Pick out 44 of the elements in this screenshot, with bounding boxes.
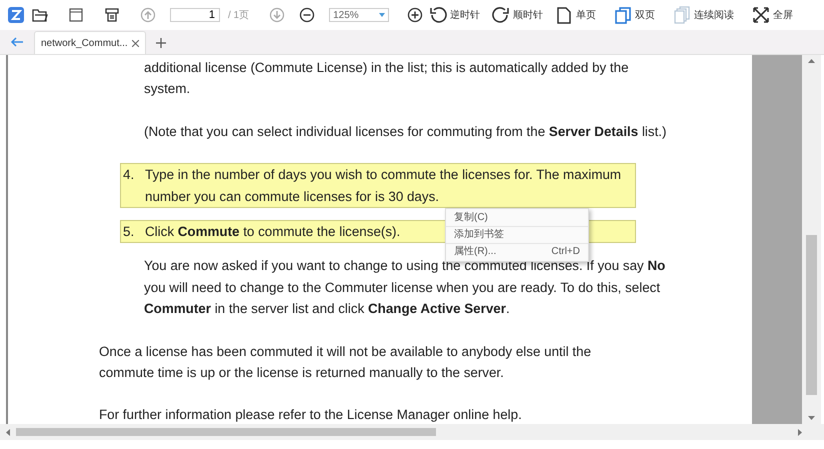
fullscreen-icon [752, 6, 770, 24]
open-folder-icon[interactable] [32, 7, 48, 23]
paragraph: additional license (Commute License) in the list; this is automatically added by the system. [144, 59, 630, 98]
horizontal-scrollbar[interactable] [0, 424, 824, 440]
paragraph: Once a license has been commuted it will not be available to anybody else until the commute time is up or the license is returned manually to the server. [99, 342, 592, 382]
paragraph: For further information please refer to the License Manager online help. [99, 406, 523, 424]
menu-item[interactable]: 添加到书签 [446, 227, 588, 243]
cw-button[interactable]: 顺时针 [492, 6, 544, 24]
two-pages-icon [614, 6, 632, 24]
paragraph: (Note that you can select individual licenses for commuting from the Server Details list.) [144, 122, 668, 141]
scroll-right-icon[interactable] [798, 429, 802, 436]
page-number-field[interactable]: 1 [170, 8, 220, 22]
menu-item[interactable]: 属性(R)... Ctrl+D [446, 244, 588, 260]
fullscreen-button[interactable]: 全屏 [752, 6, 794, 24]
save-icon[interactable] [68, 7, 84, 23]
list-number: 4. [123, 166, 136, 184]
document-tab[interactable]: network_Commut... [34, 31, 146, 54]
ccw-button[interactable]: 逆时针 [429, 6, 480, 24]
list-number: 5. [123, 223, 136, 242]
close-icon[interactable] [132, 40, 139, 46]
list-text: Type in the number of days you wish to commute the licenses for. The maximum number you can commute licenses for is 30 days. [145, 166, 622, 206]
single-button[interactable]: 单页 [555, 6, 596, 24]
scroll-down-icon[interactable] [808, 416, 815, 420]
dropdown-caret-icon [379, 13, 386, 17]
double-button[interactable]: 双页 [614, 6, 656, 24]
app-logo-icon[interactable] [8, 7, 24, 23]
list-text: Click Commute to commute the license(s). [145, 223, 400, 242]
stacked-pages-icon [673, 6, 692, 24]
print-icon[interactable] [104, 7, 120, 23]
zoom-dropdown[interactable]: 125% [329, 8, 390, 22]
page-icon [555, 6, 574, 24]
add-tab-icon[interactable] [156, 38, 166, 48]
page-total: / 1页 [228, 9, 250, 22]
zoom-out-icon[interactable] [299, 7, 316, 23]
rotate-left-icon [429, 6, 448, 24]
zoom-in-icon[interactable] [407, 7, 424, 23]
menu-item[interactable]: 复制(C) [446, 210, 588, 226]
scroll-up-icon[interactable] [808, 59, 815, 63]
back-arrow-icon[interactable] [10, 37, 24, 47]
continuous-button[interactable]: 连续阅读 [673, 6, 734, 24]
vertical-scrollbar[interactable] [802, 55, 821, 424]
shortcut-text: Ctrl+D [551, 246, 580, 258]
rotate-right-icon [492, 6, 510, 24]
scroll-left-icon[interactable] [6, 429, 10, 436]
